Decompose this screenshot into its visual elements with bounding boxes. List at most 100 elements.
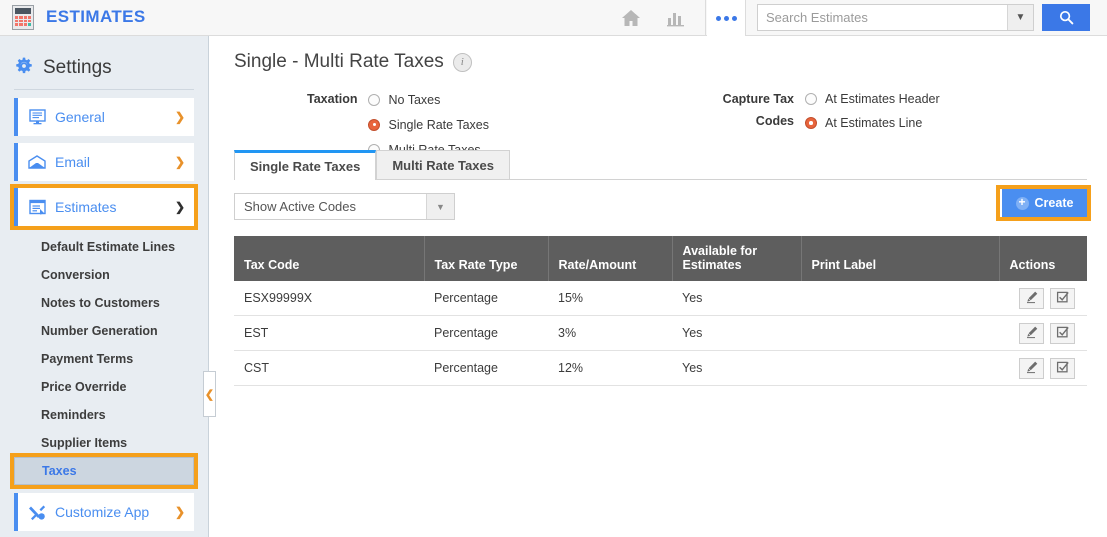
cell-available: Yes — [672, 315, 801, 351]
sidebar-item-label: Email — [55, 154, 91, 170]
sidebar: Settings General ❯ Email ❯ Estimates ❯ D… — [0, 36, 209, 537]
sidebar-subitem-number-generation[interactable]: Number Generation — [14, 317, 194, 345]
tax-codes-table: Tax Code Tax Rate Type Rate/Amount Avail… — [234, 236, 1087, 386]
sidebar-item-email[interactable]: Email ❯ — [14, 143, 194, 181]
sidebar-subitem-default-estimate-lines[interactable]: Default Estimate Lines — [14, 233, 194, 261]
tab-single-rate-taxes[interactable]: Single Rate Taxes — [234, 150, 377, 180]
search-bar: ▼ — [757, 4, 1034, 31]
top-bar: ESTIMATES ▼ — [0, 0, 1107, 36]
column-header-line2: Estimates — [682, 258, 742, 272]
calculator-icon — [12, 5, 38, 31]
toggle-active-button[interactable] — [1050, 357, 1075, 379]
column-header-rate-amount: Rate/Amount — [548, 236, 673, 281]
chevron-right-icon: ❯ — [174, 505, 186, 519]
cell-rate-amount: 12% — [548, 350, 672, 386]
chevron-down-icon: ❯ — [174, 200, 186, 214]
tab-multi-rate-taxes[interactable]: Multi Rate Taxes — [376, 150, 510, 179]
caret-down-icon: ▼ — [426, 194, 454, 219]
main-content: Single - Multi Rate Taxes i Taxation No … — [210, 36, 1107, 537]
column-header-tax-rate-type: Tax Rate Type — [424, 236, 549, 281]
sidebar-subitem-label: Payment Terms — [41, 352, 134, 366]
search-scope-dropdown[interactable]: ▼ — [1007, 5, 1033, 30]
sidebar-item-general[interactable]: General ❯ — [14, 98, 194, 136]
info-icon[interactable]: i — [452, 52, 472, 72]
radio-at-estimates-header[interactable]: At Estimates Header — [805, 87, 940, 111]
edit-row-button[interactable] — [1019, 322, 1044, 344]
pencil-edit-icon — [1025, 290, 1039, 307]
radio-label: At Estimates Line — [825, 116, 923, 130]
sidebar-item-label: Estimates — [55, 199, 117, 215]
search-button[interactable] — [1042, 4, 1090, 31]
home-icon[interactable] — [618, 6, 644, 30]
sidebar-subitem-reminders[interactable]: Reminders — [14, 401, 194, 429]
create-button-label: Create — [1034, 196, 1074, 210]
sidebar-subitem-conversion[interactable]: Conversion — [14, 261, 194, 289]
pencil-edit-icon — [1025, 360, 1039, 377]
sidebar-subitem-price-override[interactable]: Price Override — [14, 373, 194, 401]
sidebar-divider — [14, 89, 194, 90]
chevron-right-icon: ❯ — [174, 155, 186, 169]
table-row: EST Percentage 3% Yes — [234, 315, 1087, 351]
cell-rate-amount: 3% — [548, 315, 672, 351]
more-dots-icon[interactable] — [707, 0, 745, 36]
radio-label: No Taxes — [388, 92, 441, 107]
tab-bar: Single Rate Taxes Multi Rate Taxes — [234, 150, 1087, 180]
capture-tax-codes-label: Capture Tax Codes — [716, 87, 805, 135]
sidebar-subitem-supplier-items[interactable]: Supplier Items — [14, 429, 194, 457]
sidebar-item-customize-app[interactable]: Customize App ❯ — [14, 493, 194, 531]
radio-single-rate-taxes[interactable]: Single Rate Taxes — [368, 112, 489, 137]
cell-tax-code: EST — [234, 315, 424, 351]
capture-tax-codes-radio-list: At Estimates Header At Estimates Line — [805, 87, 940, 135]
sidebar-subitem-payment-terms[interactable]: Payment Terms — [14, 345, 194, 373]
show-codes-filter-dropdown[interactable]: Show Active Codes ▼ — [234, 193, 455, 220]
sidebar-item-label: Customize App — [55, 504, 150, 520]
capture-tax-codes-label-line1: Capture Tax — [722, 92, 794, 106]
sidebar-collapse-handle[interactable]: ❮ — [203, 371, 216, 417]
bar-chart-icon[interactable] — [663, 6, 689, 30]
edit-row-button[interactable] — [1019, 357, 1044, 379]
checkbox-check-icon — [1056, 360, 1070, 377]
radio-no-taxes[interactable]: No Taxes — [368, 87, 489, 112]
radio-at-estimates-line[interactable]: At Estimates Line — [805, 111, 940, 135]
app-title: ESTIMATES — [46, 7, 146, 26]
sidebar-subitem-notes-to-customers[interactable]: Notes to Customers — [14, 289, 194, 317]
sidebar-item-estimates[interactable]: Estimates ❯ — [10, 184, 198, 230]
sidebar-subitem-label: Number Generation — [41, 324, 158, 338]
cell-tax-code: CST — [234, 350, 424, 386]
column-header-line1: Available for — [682, 244, 758, 258]
column-header-actions: Actions — [999, 236, 1087, 281]
cell-tax-rate-type: Percentage — [424, 350, 548, 386]
tab-label: Multi Rate Taxes — [392, 157, 494, 173]
tools-icon — [22, 504, 52, 521]
table-row: ESX99999X Percentage 15% Yes — [234, 281, 1087, 316]
edit-row-button[interactable] — [1019, 287, 1044, 309]
cell-available: Yes — [672, 350, 801, 386]
create-button[interactable]: + Create — [1000, 189, 1087, 217]
radio-indicator — [368, 93, 381, 106]
sidebar-sub-items: Default Estimate Lines Conversion Notes … — [0, 233, 208, 489]
cell-print-label — [801, 281, 999, 316]
cell-rate-amount: 15% — [548, 281, 672, 316]
toolbar-divider-left — [705, 0, 706, 36]
sidebar-item-label: General — [55, 109, 105, 125]
search-input[interactable] — [758, 5, 1007, 30]
radio-indicator-selected — [805, 117, 817, 129]
sidebar-title: Settings — [43, 56, 112, 78]
chevron-left-icon: ❮ — [204, 388, 215, 401]
create-button-highlight: + Create — [996, 185, 1091, 221]
chevron-right-icon: ❯ — [174, 110, 186, 124]
cell-tax-code: ESX99999X — [234, 281, 424, 316]
toggle-active-button[interactable] — [1050, 287, 1075, 309]
column-header-tax-code: Tax Code — [234, 236, 425, 281]
cell-tax-rate-type: Percentage — [424, 315, 548, 351]
sidebar-subitem-taxes[interactable]: Taxes — [10, 453, 198, 489]
toggle-active-button[interactable] — [1050, 322, 1075, 344]
cell-print-label — [801, 315, 999, 351]
monitor-icon — [22, 109, 52, 125]
table-body: ESX99999X Percentage 15% Yes EST Percent… — [234, 281, 1087, 386]
sidebar-subitem-label: Notes to Customers — [41, 296, 160, 310]
tab-label: Single Rate Taxes — [250, 159, 361, 174]
cell-tax-rate-type: Percentage — [424, 281, 548, 316]
capture-tax-codes-option-group: Capture Tax Codes At Estimates Header At… — [716, 87, 940, 135]
sidebar-subitem-label: Default Estimate Lines — [41, 240, 176, 254]
